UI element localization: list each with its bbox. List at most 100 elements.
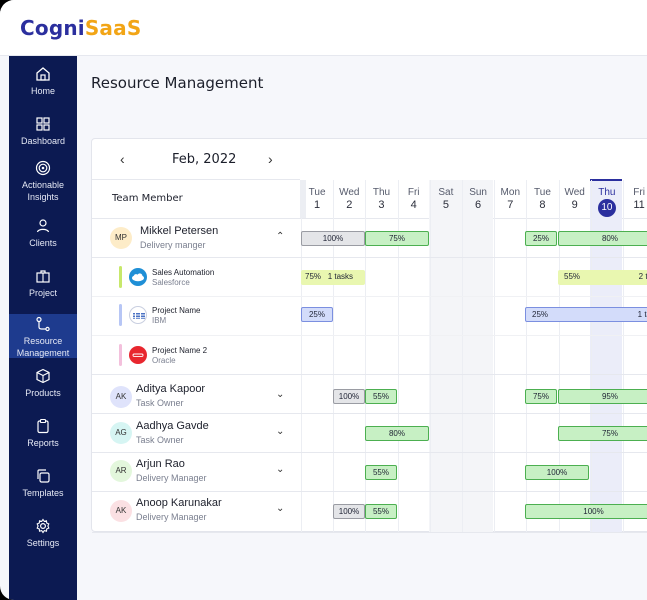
allocation-bar[interactable]: 100% bbox=[333, 504, 365, 519]
month-navigator: ‹ Feb, 2022 › bbox=[92, 139, 300, 180]
member-role: Task Owner bbox=[136, 398, 184, 408]
clipboard-icon bbox=[37, 418, 49, 434]
bar-percent: 55% bbox=[564, 272, 581, 281]
brand-logo[interactable]: CogniSaaS bbox=[20, 16, 141, 40]
sidebar-item-actionable-insights[interactable]: Actionable Insights bbox=[9, 160, 77, 212]
briefcase-icon bbox=[36, 270, 50, 283]
allocation-bar[interactable]: 80% bbox=[558, 231, 647, 246]
day-number: 8 bbox=[539, 199, 546, 211]
day-column-header: Thu 10 bbox=[591, 186, 623, 217]
project-allocation-bar[interactable]: 25% bbox=[301, 307, 333, 322]
sidebar-item-settings[interactable]: Settings bbox=[9, 518, 77, 558]
grid-column-line bbox=[494, 180, 496, 533]
allocation-bar[interactable]: 75% bbox=[365, 231, 429, 246]
sidebar-label-settings: Settings bbox=[26, 538, 60, 548]
sidebar-item-resource-management[interactable]: Resource Management bbox=[9, 314, 77, 358]
row-divider bbox=[92, 257, 647, 258]
expand-chevron-icon[interactable]: ⌄ bbox=[276, 464, 284, 475]
allocation-bar[interactable]: 55% bbox=[365, 504, 397, 519]
allocation-bar[interactable]: 95% bbox=[558, 389, 647, 404]
allocation-bar[interactable]: 80% bbox=[365, 426, 429, 441]
day-number: 9 bbox=[571, 199, 578, 211]
expand-chevron-icon[interactable]: ⌄ bbox=[276, 389, 284, 400]
day-of-week: Thu bbox=[598, 187, 616, 198]
member-role: Task Owner bbox=[136, 435, 184, 445]
today-marker bbox=[590, 179, 622, 181]
project-name: Project Name 2 bbox=[152, 346, 208, 355]
day-of-week: Tue bbox=[308, 187, 326, 198]
sidebar-label-home: Home bbox=[30, 86, 55, 96]
avatar: AK bbox=[110, 500, 132, 522]
day-number: 1 bbox=[314, 199, 321, 211]
project-name: Project Name bbox=[152, 306, 201, 315]
project-client: Oracle bbox=[152, 356, 176, 365]
day-of-week: Fri bbox=[633, 187, 645, 198]
day-column-header: Wed 9 bbox=[559, 186, 591, 212]
home-icon bbox=[36, 67, 50, 81]
user-icon bbox=[36, 219, 50, 233]
day-of-week: Wed bbox=[564, 187, 585, 198]
allocation-bar[interactable]: 100% bbox=[301, 231, 365, 246]
day-column-header: Sat 5 bbox=[430, 186, 462, 212]
copy-icon bbox=[37, 469, 50, 483]
allocation-bar[interactable]: 75% bbox=[558, 426, 647, 441]
month-divider bbox=[92, 179, 300, 180]
allocation-bar[interactable]: 75% bbox=[525, 389, 557, 404]
team-member-header: Team Member bbox=[112, 193, 183, 204]
project-allocation-bar[interactable]: 75% 1 tasks bbox=[301, 270, 365, 285]
sidebar-item-templates[interactable]: Templates bbox=[9, 468, 77, 508]
day-of-week: Fri bbox=[407, 187, 420, 198]
sidebar-item-project[interactable]: Project bbox=[9, 268, 77, 308]
collapse-chevron-icon[interactable]: ⌃ bbox=[276, 231, 284, 242]
avatar: AK bbox=[110, 386, 132, 408]
day-column-header: Thu 3 bbox=[365, 186, 397, 212]
sidebar-item-products[interactable]: Products bbox=[9, 368, 77, 408]
grid-column-line bbox=[462, 180, 463, 533]
project-allocation-bar[interactable]: 55% 2 task bbox=[558, 270, 647, 285]
bar-percent: 75% bbox=[305, 272, 322, 281]
sidebar: Home Dashboard Actionable Insights Clien… bbox=[9, 56, 77, 600]
row-divider bbox=[92, 335, 647, 336]
project-client: Salesforce bbox=[152, 278, 190, 287]
resource-calendar-card: ‹ Feb, 2022 › Team Member Tue 1 Wed 2 Thu 3 Fr… bbox=[91, 138, 647, 533]
day-number: 2 bbox=[346, 199, 353, 211]
sidebar-label-dashboard: Dashboard bbox=[20, 136, 66, 146]
allocation-bar[interactable]: 25% bbox=[525, 231, 557, 246]
member-name: Aditya Kapoor bbox=[136, 383, 206, 395]
expand-chevron-icon[interactable]: ⌄ bbox=[276, 426, 284, 437]
allocation-bar[interactable]: 55% bbox=[365, 389, 397, 404]
ibm-logo bbox=[129, 306, 147, 324]
allocation-bar[interactable]: 100% bbox=[333, 389, 365, 404]
day-number: 11 bbox=[633, 199, 645, 211]
day-number: 7 bbox=[507, 199, 514, 211]
prev-month-button[interactable]: ‹ bbox=[120, 151, 125, 167]
row-divider bbox=[92, 491, 647, 492]
day-column-header: Mon 7 bbox=[494, 186, 526, 212]
sidebar-label-clients: Clients bbox=[29, 238, 57, 248]
day-of-week: Sun bbox=[469, 187, 487, 198]
expand-chevron-icon[interactable]: ⌄ bbox=[276, 503, 284, 514]
allocation-bar[interactable]: 55% bbox=[365, 465, 397, 480]
member-name: Mikkel Petersen bbox=[140, 225, 219, 237]
bar-percent: 25% bbox=[532, 310, 549, 319]
sidebar-item-reports[interactable]: Reports bbox=[9, 418, 77, 458]
allocation-bar[interactable]: 100% bbox=[525, 504, 647, 519]
weekend-shade bbox=[429, 180, 493, 533]
gear-icon bbox=[36, 518, 50, 534]
project-allocation-bar[interactable]: 25% 1 task bbox=[525, 307, 647, 322]
day-column-header: Fri 11 bbox=[623, 186, 647, 212]
brand-part2: SaaS bbox=[84, 16, 142, 40]
day-of-week: Wed bbox=[339, 187, 360, 198]
app-frame: CogniSaaS Home Dashboard Actionable Insi… bbox=[0, 0, 647, 600]
sidebar-item-home[interactable]: Home bbox=[9, 66, 77, 106]
day-column-header: Fri 4 bbox=[398, 186, 430, 212]
sidebar-item-dashboard[interactable]: Dashboard bbox=[9, 116, 77, 156]
avatar: AG bbox=[110, 422, 132, 444]
sidebar-label-resource-management: Resource Management bbox=[16, 336, 70, 358]
salesforce-logo bbox=[129, 268, 147, 286]
member-role: Delivery Manager bbox=[136, 473, 207, 483]
box-icon bbox=[36, 368, 50, 384]
allocation-bar[interactable]: 100% bbox=[525, 465, 589, 480]
sidebar-item-clients[interactable]: Clients bbox=[9, 218, 77, 258]
next-month-button[interactable]: › bbox=[268, 151, 273, 167]
